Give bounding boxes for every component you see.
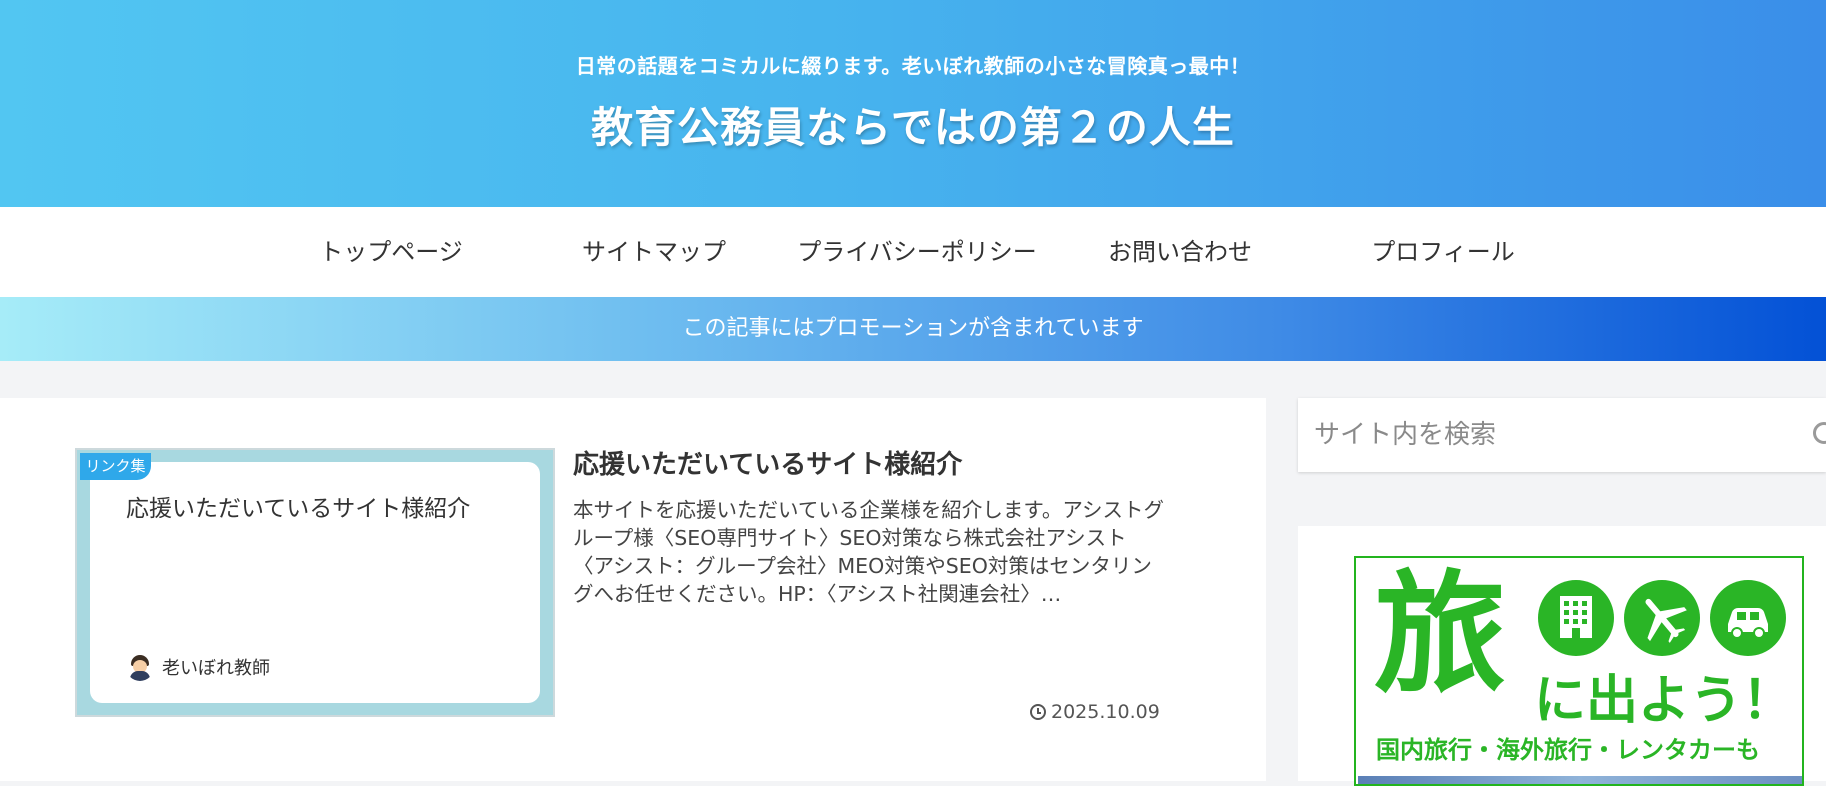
search-input[interactable] [1298, 398, 1778, 472]
clock-icon [1030, 704, 1046, 720]
thumbnail-card: 応援いただいているサイト様紹介 老いぼれ教師 [90, 462, 540, 703]
thumbnail-author: 老いぼれ教師 [126, 653, 270, 681]
ad-subheadline: に出よう！ [1534, 671, 1795, 731]
airplane-icon [1624, 580, 1700, 656]
ad-photo [1358, 776, 1802, 784]
entry-date: 2025.10.09 [1030, 701, 1160, 723]
building-icon [1538, 580, 1614, 656]
ad-tagline: 国内旅行・海外旅行・レンタカーも [1376, 736, 1760, 764]
site-tagline: 日常の話題をコミカルに綴ります。老いぼれ教師の小さな冒険真っ最中！ [575, 54, 1251, 78]
entry-date-text: 2025.10.09 [1051, 701, 1160, 723]
nav-item-privacy[interactable]: プライバシーポリシー [785, 207, 1049, 297]
site-header: 日常の話題をコミカルに綴ります。老いぼれ教師の小さな冒険真っ最中！ 教育公務員な… [0, 0, 1826, 207]
entry-snippet: 本サイトを応援いただいている企業様を紹介します。アシストグループ様〈SEO専門サ… [573, 498, 1165, 606]
thumbnail-title: 応援いただいているサイト様紹介 [126, 496, 471, 522]
author-name: 老いぼれ教師 [162, 658, 270, 679]
category-badge[interactable]: リンク集 [80, 453, 151, 480]
car-icon [1710, 580, 1786, 656]
promotion-notice: この記事にはプロモーションが含まれています [0, 297, 1826, 361]
ad-headline-char: 旅 [1374, 558, 1506, 712]
nav-item-sitemap[interactable]: サイトマップ [522, 207, 786, 297]
nav-item-profile[interactable]: プロフィール [1311, 207, 1575, 297]
nav-item-top[interactable]: トップページ [259, 207, 523, 297]
author-avatar-icon [126, 653, 154, 681]
global-nav: トップページ サイトマップ プライバシーポリシー お問い合わせ プロフィール [0, 207, 1826, 297]
travel-ad-banner[interactable]: 旅 に出よう！ 国内旅行・海外旅行・レンタカーも [1354, 556, 1804, 786]
nav-item-contact[interactable]: お問い合わせ [1048, 207, 1312, 297]
search-box [1298, 398, 1826, 472]
entry-title[interactable]: 応援いただいているサイト様紹介 [573, 444, 962, 481]
site-title[interactable]: 教育公務員ならではの第２の人生 [0, 94, 1826, 155]
entry-thumbnail[interactable]: 応援いただいているサイト様紹介 老いぼれ教師 リンク集 [75, 448, 555, 717]
